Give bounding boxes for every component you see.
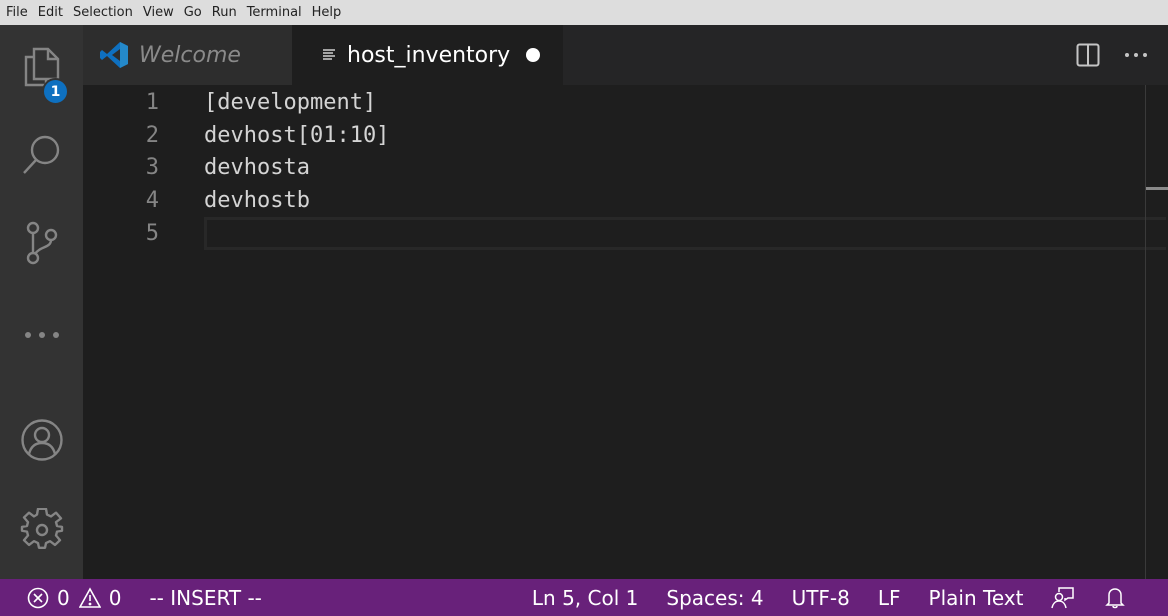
tab-host-inventory-label: host_inventory — [347, 42, 511, 68]
editor-line[interactable]: 4 devhostb — [83, 184, 1168, 217]
bell-icon — [1105, 587, 1126, 608]
line-number: 5 — [145, 221, 159, 246]
explorer-badge: 1 — [42, 78, 69, 105]
language-mode[interactable]: Plain Text — [929, 586, 1024, 610]
tab-welcome[interactable]: Welcome — [83, 25, 292, 85]
problems-indicator[interactable]: 0 0 — [27, 586, 121, 610]
feedback-button[interactable] — [1051, 586, 1075, 609]
ellipsis-icon — [24, 332, 59, 338]
unsaved-changes-dot[interactable] — [526, 48, 541, 62]
menu-bar: File Edit Selection View Go Run Terminal… — [0, 0, 1168, 25]
activity-more[interactable] — [0, 305, 83, 365]
warning-icon — [78, 586, 101, 608]
notifications-button[interactable] — [1105, 587, 1126, 609]
overview-ruler-cursor-marker — [1146, 187, 1168, 190]
activity-manage[interactable] — [0, 500, 83, 560]
split-editor-icon — [1076, 43, 1100, 67]
editor[interactable]: 1 [development] 2 devhost[01:10] 3 devho… — [83, 85, 1168, 579]
editor-line[interactable]: 2 devhost[01:10] — [83, 119, 1168, 152]
end-of-line[interactable]: LF — [878, 586, 901, 610]
line-text[interactable]: devhosta — [204, 151, 310, 184]
indentation[interactable]: Spaces: 4 — [666, 586, 763, 610]
line-number: 3 — [145, 155, 159, 180]
more-actions-button[interactable] — [1112, 25, 1160, 85]
activity-accounts[interactable] — [0, 410, 83, 470]
more-actions-icon — [1125, 53, 1147, 57]
line-number: 4 — [145, 188, 159, 213]
error-count: 0 — [57, 585, 70, 610]
editor-line[interactable]: 1 [development] — [83, 86, 1168, 119]
search-icon — [22, 135, 59, 174]
line-number: 2 — [145, 123, 159, 148]
line-text[interactable]: devhost[01:10] — [204, 119, 389, 152]
menu-go[interactable]: Go — [184, 5, 202, 20]
vim-mode: -- INSERT -- — [149, 585, 262, 610]
activity-bar: 1 — [0, 25, 83, 579]
cursor-position[interactable]: Ln 5, Col 1 — [532, 586, 638, 610]
menu-file[interactable]: File — [6, 5, 28, 20]
menu-selection[interactable]: Selection — [73, 5, 133, 20]
line-text[interactable]: [development] — [204, 86, 376, 119]
split-editor-button[interactable] — [1064, 25, 1112, 85]
editor-line[interactable]: 5 — [83, 217, 1168, 250]
account-icon — [20, 419, 63, 461]
line-number: 1 — [145, 90, 159, 115]
vscode-logo-icon — [100, 42, 128, 68]
encoding[interactable]: UTF-8 — [792, 586, 850, 610]
status-bar: 0 0 -- INSERT -- Ln 5, Col 1 Spaces: 4 U… — [0, 579, 1168, 616]
tab-welcome-label: Welcome — [139, 42, 241, 68]
menu-run[interactable]: Run — [212, 5, 237, 20]
line-text[interactable]: devhostb — [204, 184, 310, 217]
menu-view[interactable]: View — [143, 5, 174, 20]
menu-help[interactable]: Help — [312, 5, 342, 20]
tab-bar: Welcome host_inventory — [83, 25, 1168, 85]
menu-edit[interactable]: Edit — [38, 5, 63, 20]
activity-search[interactable] — [0, 125, 83, 185]
tab-host-inventory[interactable]: host_inventory — [292, 25, 563, 85]
source-control-icon — [26, 221, 57, 265]
editor-actions — [1064, 25, 1168, 85]
gear-icon — [20, 508, 63, 549]
warning-count: 0 — [108, 585, 122, 610]
menu-terminal[interactable]: Terminal — [247, 5, 302, 20]
plaintext-file-icon — [323, 49, 335, 60]
activity-explorer[interactable]: 1 — [0, 37, 83, 105]
activity-source-control[interactable] — [0, 213, 83, 273]
feedback-icon — [1051, 586, 1075, 608]
editor-line[interactable]: 3 devhosta — [83, 151, 1168, 184]
vertical-scrollbar[interactable] — [1145, 85, 1146, 579]
error-icon — [27, 587, 49, 608]
